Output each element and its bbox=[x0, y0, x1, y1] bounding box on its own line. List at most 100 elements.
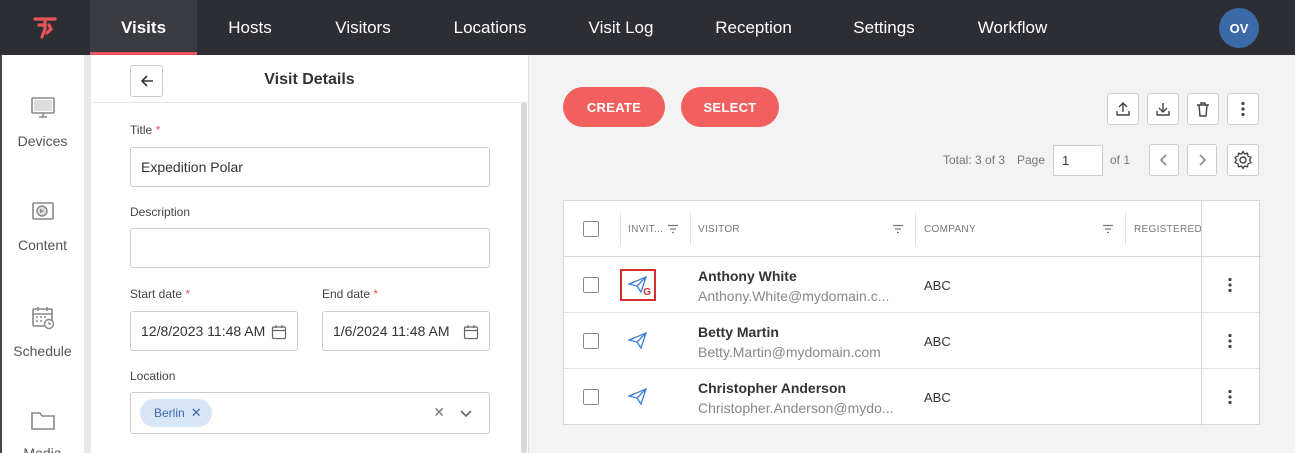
column-label: INVIT... bbox=[628, 223, 664, 235]
nav-reception[interactable]: Reception bbox=[685, 0, 822, 55]
nav-settings[interactable]: Settings bbox=[822, 0, 946, 55]
row-checkbox[interactable] bbox=[583, 277, 599, 293]
visitor-name: Anthony White bbox=[698, 268, 797, 284]
prev-page-button[interactable] bbox=[1149, 144, 1179, 176]
company-cell: ABC bbox=[924, 278, 951, 293]
left-sidebar: Devices Content Schedule Media bbox=[0, 55, 85, 453]
clear-icon[interactable]: ✕ bbox=[433, 404, 445, 421]
nav-visit-log[interactable]: Visit Log bbox=[557, 0, 685, 55]
calendar-icon bbox=[28, 303, 58, 333]
nav-locations[interactable]: Locations bbox=[423, 0, 557, 55]
import-button[interactable] bbox=[1147, 93, 1179, 125]
delete-button[interactable] bbox=[1187, 93, 1219, 125]
next-page-button[interactable] bbox=[1187, 144, 1217, 176]
table-row[interactable]: Christopher Anderson Christopher.Anderso… bbox=[564, 369, 1261, 425]
description-input[interactable] bbox=[130, 228, 490, 268]
title-input[interactable]: Expedition Polar bbox=[130, 147, 490, 187]
title-value: Expedition Polar bbox=[141, 159, 243, 175]
visitor-email: Betty.Martin@mydomain.com bbox=[698, 344, 881, 360]
row-menu-button[interactable] bbox=[1220, 275, 1240, 295]
chevron-down-icon[interactable] bbox=[459, 409, 473, 419]
label-text: Start date bbox=[130, 287, 183, 301]
calendar-icon[interactable] bbox=[463, 324, 479, 340]
more-vertical-icon bbox=[1228, 277, 1232, 293]
sidebar-item-label: Media bbox=[23, 445, 62, 453]
start-date-label: Start date * bbox=[130, 287, 190, 301]
sidebar-item-schedule[interactable]: Schedule bbox=[0, 303, 85, 359]
column-header-visitor[interactable]: VISITOR bbox=[698, 201, 740, 257]
page-number-value: 1 bbox=[1062, 153, 1070, 168]
end-date-label: End date * bbox=[322, 287, 378, 301]
download-icon bbox=[1156, 103, 1170, 116]
grid-header: INVIT... VISITOR COMPANY REGISTERED bbox=[564, 201, 1261, 257]
brand-logo-icon[interactable] bbox=[0, 0, 90, 55]
end-date-value: 1/6/2024 11:48 AM bbox=[333, 323, 450, 339]
monitor-icon bbox=[28, 93, 58, 123]
chevron-right-icon bbox=[1199, 154, 1207, 166]
select-button[interactable]: SELECT bbox=[681, 87, 779, 127]
start-date-input[interactable]: 12/8/2023 11:48 AM bbox=[130, 311, 298, 351]
row-checkbox[interactable] bbox=[583, 333, 599, 349]
column-separator bbox=[1125, 213, 1126, 245]
button-label: CREATE bbox=[586, 99, 642, 115]
filter-icon[interactable] bbox=[1102, 224, 1114, 234]
invite-status-cell[interactable]: G bbox=[620, 269, 656, 301]
column-header-invite[interactable]: INVIT... bbox=[628, 201, 663, 257]
avatar-initials: OV bbox=[1229, 20, 1249, 36]
visitor-name: Christopher Anderson bbox=[698, 380, 847, 396]
nav-hosts[interactable]: Hosts bbox=[197, 0, 303, 55]
nav-workflow[interactable]: Workflow bbox=[946, 0, 1079, 55]
more-vertical-icon bbox=[1228, 333, 1232, 349]
top-nav: Visits Hosts Visitors Locations Visit Lo… bbox=[0, 0, 1295, 55]
location-chip[interactable]: Berlin ✕ bbox=[140, 399, 212, 427]
end-date-input[interactable]: 1/6/2024 11:48 AM bbox=[322, 311, 490, 351]
more-vertical-icon bbox=[1241, 101, 1245, 117]
nav-visitors[interactable]: Visitors bbox=[303, 0, 423, 55]
required-mark: * bbox=[155, 123, 161, 137]
company-cell: ABC bbox=[924, 390, 951, 405]
calendar-icon[interactable] bbox=[271, 324, 287, 340]
page-number-input[interactable]: 1 bbox=[1053, 145, 1103, 176]
required-mark: * bbox=[185, 287, 191, 301]
details-scrollbar[interactable] bbox=[521, 103, 527, 453]
more-vertical-icon bbox=[1228, 389, 1232, 405]
sidebar-item-content[interactable]: Content bbox=[0, 197, 85, 253]
column-header-company[interactable]: COMPANY bbox=[924, 201, 976, 257]
nav-label: Visit Log bbox=[588, 17, 654, 37]
invite-status-cell[interactable] bbox=[620, 325, 656, 357]
create-button[interactable]: CREATE bbox=[563, 87, 665, 127]
row-menu-button[interactable] bbox=[1220, 387, 1240, 407]
sidebar-item-label: Content bbox=[17, 237, 68, 253]
details-header: Visit Details bbox=[91, 55, 528, 103]
sidebar-item-devices[interactable]: Devices bbox=[0, 93, 85, 149]
location-label: Location bbox=[130, 369, 176, 383]
nav-visits[interactable]: Visits bbox=[90, 0, 197, 55]
grid-settings-button[interactable] bbox=[1227, 144, 1259, 176]
column-header-registered[interactable]: REGISTERED bbox=[1134, 201, 1202, 257]
filter-icon[interactable] bbox=[892, 224, 904, 234]
company-cell: ABC bbox=[924, 334, 951, 349]
table-row[interactable]: Betty Martin Betty.Martin@mydomain.com A… bbox=[564, 313, 1261, 369]
filter-icon[interactable] bbox=[667, 224, 679, 234]
column-label: REGISTERED bbox=[1134, 223, 1203, 235]
sidebar-item-label: Devices bbox=[17, 133, 68, 149]
sidebar-item-media[interactable]: Media bbox=[0, 405, 85, 453]
chip-remove-icon[interactable]: ✕ bbox=[191, 405, 202, 421]
user-avatar[interactable]: OV bbox=[1219, 8, 1259, 48]
start-date-value: 12/8/2023 11:48 AM bbox=[141, 323, 266, 339]
table-row[interactable]: G Anthony White Anthony.White@mydomain.c… bbox=[564, 257, 1261, 313]
button-label: SELECT bbox=[703, 99, 757, 115]
row-checkbox[interactable] bbox=[583, 389, 599, 405]
details-title: Visit Details bbox=[264, 71, 355, 88]
select-all-checkbox[interactable] bbox=[583, 221, 599, 237]
visits-grid: INVIT... VISITOR COMPANY REGISTERED G An… bbox=[563, 200, 1261, 426]
more-menu-button[interactable] bbox=[1227, 93, 1259, 125]
upload-icon bbox=[1116, 102, 1130, 116]
invite-badge: G bbox=[643, 287, 651, 298]
send-invite-icon bbox=[628, 332, 648, 350]
export-button[interactable] bbox=[1107, 93, 1139, 125]
page-label: Page bbox=[1017, 153, 1046, 167]
row-menu-button[interactable] bbox=[1220, 331, 1240, 351]
location-select[interactable]: Berlin ✕ ✕ bbox=[130, 392, 490, 434]
invite-status-cell[interactable] bbox=[620, 381, 656, 413]
